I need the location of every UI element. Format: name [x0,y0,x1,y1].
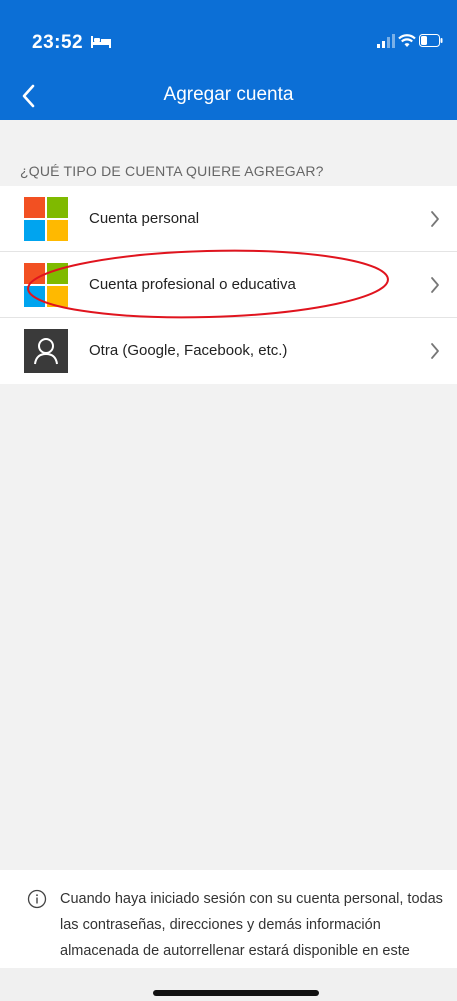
home-indicator[interactable] [153,990,319,996]
home-indicator-area [0,968,457,1001]
account-option-other[interactable]: Otra (Google, Facebook, etc.) [0,318,457,384]
battery-icon [419,34,443,47]
status-bar: 23:52 [0,0,457,72]
account-option-label: Cuenta profesional o educativa [89,276,296,293]
account-type-list: Cuenta personal Cuenta profesional o edu… [0,186,457,384]
person-icon [24,329,68,373]
account-option-label: Cuenta personal [89,210,200,227]
account-option-personal[interactable]: Cuenta personal [0,186,457,252]
account-option-work-school[interactable]: Cuenta profesional o educativa [0,252,457,318]
section-label: ¿QUÉ TIPO DE CUENTA QUIERE AGREGAR? [20,163,324,179]
info-icon [27,889,47,909]
signal-icon [377,34,395,48]
microsoft-logo-icon [24,197,68,241]
status-time: 23:52 [32,32,84,53]
page-title: Agregar cuenta [163,84,294,105]
chevron-right-icon [431,343,439,359]
chevron-right-icon [431,211,439,227]
wifi-icon [398,34,416,47]
microsoft-logo-icon [24,263,68,307]
bed-icon [91,36,111,48]
account-option-label: Otra (Google, Facebook, etc.) [89,342,288,359]
navigation-bar: Agregar cuenta [0,72,457,120]
chevron-right-icon [431,277,439,293]
